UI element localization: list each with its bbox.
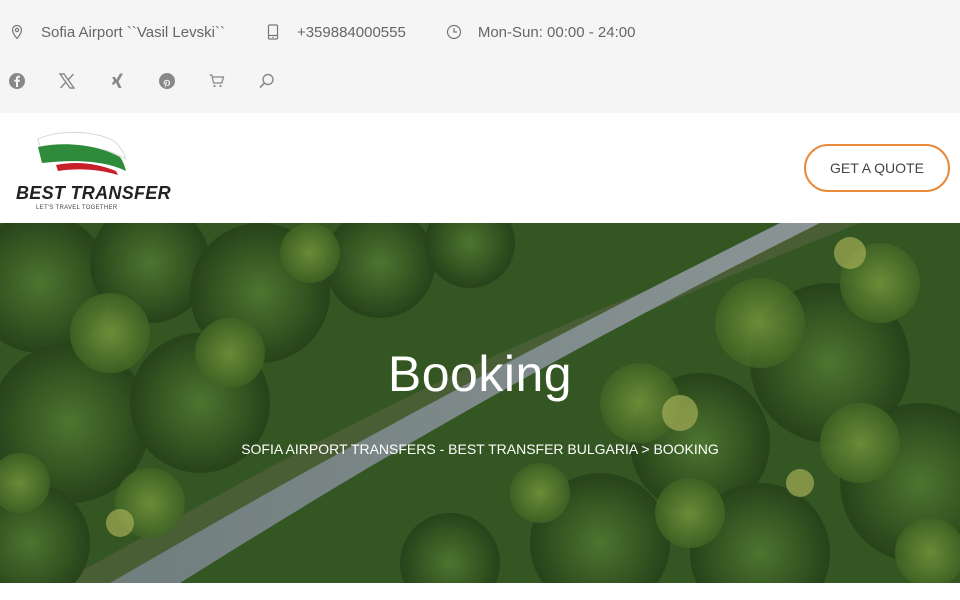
search-icon[interactable] <box>258 72 276 90</box>
logo-flag-icon <box>37 131 127 175</box>
facebook-icon[interactable] <box>8 72 26 90</box>
social-links <box>8 68 308 94</box>
logo-tagline: LET'S TRAVEL TOGETHER <box>36 205 118 211</box>
hero-background-image <box>0 223 960 583</box>
breadcrumb-separator: > <box>641 441 650 457</box>
page-title: Booking <box>387 346 573 402</box>
x-icon[interactable] <box>58 72 76 90</box>
xing-icon[interactable] <box>108 72 126 90</box>
cart-icon[interactable] <box>208 72 226 90</box>
site-header: BEST TRANSFER LET'S TRAVEL TOGETHER GET … <box>0 113 960 223</box>
location-text: Sofia Airport ``Vasil Levski`` <box>41 23 225 41</box>
get-a-quote-button[interactable]: GET A QUOTE <box>804 144 950 192</box>
logo[interactable]: BEST TRANSFER LET'S TRAVEL TOGETHER <box>14 131 171 213</box>
logo-name: BEST TRANSFER <box>16 183 171 203</box>
contact-info-row: Sofia Airport ``Vasil Levski`` +35988400… <box>0 14 675 50</box>
map-pin-icon <box>11 24 23 40</box>
breadcrumb: SOFIA AIRPORT TRANSFERS - BEST TRANSFER … <box>0 441 960 457</box>
breadcrumb-home-link[interactable]: SOFIA AIRPORT TRANSFERS - BEST TRANSFER … <box>241 441 637 457</box>
hours-text: Mon-Sun: 00:00 - 24:00 <box>477 23 636 41</box>
hero-banner: Booking SOFIA AIRPORT TRANSFERS - BEST T… <box>0 223 960 583</box>
phone-text[interactable]: +359884000555 <box>297 24 406 41</box>
top-bar: Sofia Airport ``Vasil Levski`` +35988400… <box>0 0 960 113</box>
phone-icon <box>267 24 279 40</box>
pinterest-icon[interactable] <box>158 72 176 90</box>
clock-icon <box>446 24 461 40</box>
breadcrumb-current: BOOKING <box>653 441 719 457</box>
location-info: Sofia Airport ``Vasil Levski`` <box>9 24 225 41</box>
phone-info[interactable]: +359884000555 <box>265 24 406 41</box>
hours-info: Mon-Sun: 00:00 - 24:00 <box>446 23 636 41</box>
